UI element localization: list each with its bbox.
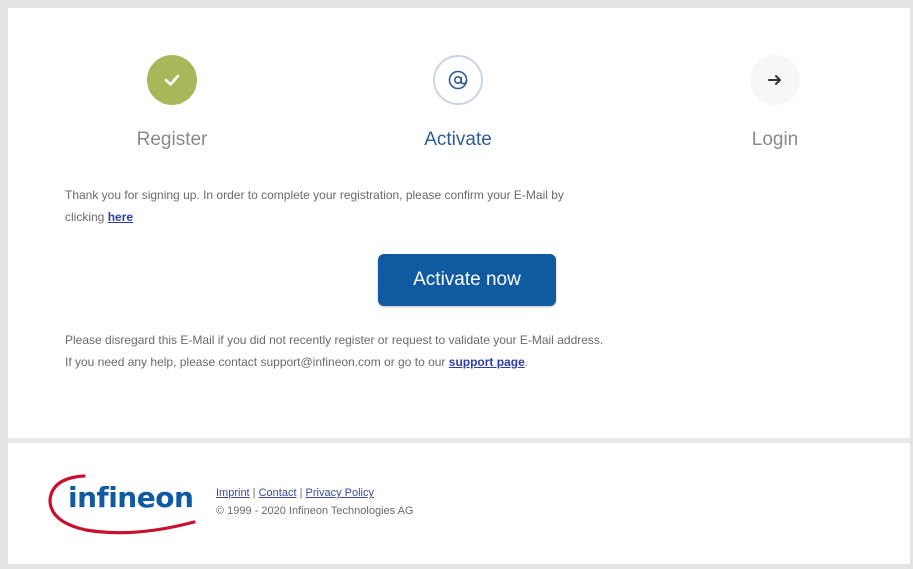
message-clicking: clicking <box>65 210 108 224</box>
confirmation-message: Thank you for signing up. In order to co… <box>65 184 865 228</box>
at-sign-icon <box>433 55 483 105</box>
copyright-text: © 1999 - 2020 Infineon Technologies AG <box>216 505 414 517</box>
infineon-logo: infineon <box>44 470 204 536</box>
step-login: Login <box>665 55 885 151</box>
disclaimer-end: . <box>524 355 529 369</box>
imprint-link[interactable]: Imprint <box>216 487 250 499</box>
footer-links: Imprint | Contact | Privacy Policy © 199… <box>216 484 414 520</box>
step-register: Register <box>62 55 282 151</box>
disclaimer-line2: If you need any help, please contact sup… <box>65 355 449 369</box>
check-icon <box>147 55 197 105</box>
privacy-policy-link[interactable]: Privacy Policy <box>306 487 374 499</box>
disclaimer-line1: Please disregard this E-Mail if you did … <box>65 333 604 347</box>
support-page-link[interactable]: support page <box>449 355 525 369</box>
disclaimer-text: Please disregard this E-Mail if you did … <box>65 329 865 373</box>
logo-wordmark: infineon <box>68 481 194 514</box>
contact-link[interactable]: Contact <box>259 487 297 499</box>
step-register-label: Register <box>136 129 208 150</box>
arrow-right-icon <box>750 55 800 105</box>
activate-now-button[interactable]: Activate now <box>378 254 556 306</box>
step-activate-label: Activate <box>424 129 492 150</box>
step-activate: Activate <box>348 55 568 151</box>
separator: | <box>249 487 259 499</box>
separator: | <box>296 487 306 499</box>
here-link[interactable]: here <box>108 210 133 224</box>
message-line1: Thank you for signing up. In order to co… <box>65 188 564 202</box>
step-login-label: Login <box>751 129 799 150</box>
